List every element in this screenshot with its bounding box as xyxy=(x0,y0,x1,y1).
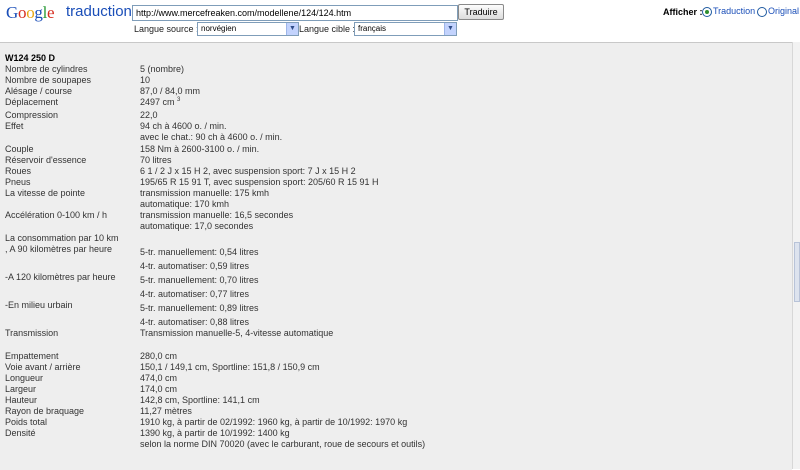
spec-value: 4-tr. automatiser: 0,88 litres xyxy=(140,317,250,327)
spec-value-displacement: 2497 cm 3 xyxy=(140,97,180,107)
source-language-label: Langue source : xyxy=(134,24,199,34)
spec-label: La consommation par 10 km xyxy=(5,233,119,243)
spec-label: Accélération 0-100 km / h xyxy=(5,210,108,220)
translate-toolbar: Google traduction Traduire Langue source… xyxy=(0,0,800,40)
translated-page-frame xyxy=(0,42,792,470)
spec-value: 1390 kg, à partir de 10/1992: 1400 kg xyxy=(140,428,290,438)
spec-label: Largeur xyxy=(5,384,37,394)
spec-label: Effet xyxy=(5,121,24,131)
spec-label: Réservoir d'essence xyxy=(5,155,87,165)
spec-label: Rayon de braquage xyxy=(5,406,85,416)
radio-translation[interactable] xyxy=(702,7,712,17)
spec-value: 5-tr. manuellement: 0,89 litres xyxy=(140,303,259,313)
radio-original-label[interactable]: Original xyxy=(768,6,799,16)
spec-label: Nombre de soupapes xyxy=(5,75,92,85)
target-language-label: Langue cible : xyxy=(299,24,356,34)
spec-label: Nombre de cylindres xyxy=(5,64,88,74)
source-language-select[interactable]: norvégien ▼ xyxy=(197,22,299,36)
spec-value: transmission manuelle: 16,5 secondes xyxy=(140,210,294,220)
display-label: Afficher : xyxy=(663,7,703,17)
spec-value: 1910 kg, à partir de 02/1992: 1960 kg, à… xyxy=(140,417,408,427)
logo-letter: o xyxy=(17,3,27,22)
spec-value: automatique: 170 kmh xyxy=(140,199,230,209)
spec-label: Transmission xyxy=(5,328,59,338)
chevron-down-icon[interactable]: ▼ xyxy=(286,23,298,35)
spec-label: La vitesse de pointe xyxy=(5,188,86,198)
spec-label: Couple xyxy=(5,144,34,154)
target-language-value: français xyxy=(358,24,387,33)
logo-letter: G xyxy=(6,3,18,22)
spec-value: 11,27 mètres xyxy=(140,406,192,416)
spec-label: Hauteur xyxy=(5,395,38,405)
translate-button[interactable]: Traduire xyxy=(458,4,504,20)
spec-value: 150,1 / 149,1 cm, Sportline: 151,8 / 150… xyxy=(140,362,320,372)
spec-label: Empattement xyxy=(5,351,59,361)
spec-value: 4-tr. automatiser: 0,59 litres xyxy=(140,261,250,271)
url-input[interactable] xyxy=(132,5,458,21)
spec-label: Compression xyxy=(5,110,59,120)
spec-value: avec le chat.: 90 ch à 4600 o. / min. xyxy=(140,132,283,142)
spec-label: -En milieu urbain xyxy=(5,300,73,310)
spec-value: 142,8 cm, Sportline: 141,1 cm xyxy=(140,395,260,405)
target-language-select[interactable]: français ▼ xyxy=(354,22,457,36)
spec-value: 195/65 R 15 91 T, avec suspension sport:… xyxy=(140,177,379,187)
spec-value: 5-tr. manuellement: 0,54 litres xyxy=(140,247,259,257)
spec-label: Alésage / course xyxy=(5,86,73,96)
spec-value: 280,0 cm xyxy=(140,351,178,361)
spec-value: 70 litres xyxy=(140,155,172,165)
spec-value: 2497 cm xyxy=(140,97,175,107)
spec-label: -A 120 kilomètres par heure xyxy=(5,272,116,282)
superscript: 3 xyxy=(177,97,181,103)
vertical-scrollbar[interactable] xyxy=(792,42,800,469)
source-language-value: norvégien xyxy=(201,24,237,33)
spec-label: , A 90 kilomètres par heure xyxy=(5,244,113,254)
logo-subtitle: traduction xyxy=(66,3,132,20)
spec-value: 174,0 cm xyxy=(140,384,178,394)
model-title: W124 250 D xyxy=(5,53,56,63)
spec-value: 6 1 / 2 J x 15 H 2, avec suspension spor… xyxy=(140,166,356,176)
spec-label: Voie avant / arrière xyxy=(5,362,81,372)
logo-letter: g xyxy=(34,3,43,22)
radio-original[interactable] xyxy=(757,7,767,17)
spec-value: 474,0 cm xyxy=(140,373,178,383)
spec-value: 158 Nm à 2600-3100 o. / min. xyxy=(140,144,260,154)
spec-value: 22,0 xyxy=(140,110,158,120)
spec-label: Déplacement xyxy=(5,97,59,107)
spec-label: Densité xyxy=(5,428,36,438)
spec-value: automatique: 17,0 secondes xyxy=(140,221,254,231)
spec-value: 10 xyxy=(140,75,151,85)
spec-value: 94 ch à 4600 o. / min. xyxy=(140,121,227,131)
logo-letter: e xyxy=(47,3,55,22)
chevron-down-icon[interactable]: ▼ xyxy=(444,23,456,35)
spec-value: 5 (nombre) xyxy=(140,64,185,74)
spec-value: Transmission manuelle-5, 4-vitesse autom… xyxy=(140,328,334,338)
spec-value: 5-tr. manuellement: 0,70 litres xyxy=(140,275,259,285)
spec-value: transmission manuelle: 175 kmh xyxy=(140,188,270,198)
scrollbar-thumb[interactable] xyxy=(794,242,800,302)
spec-label: Roues xyxy=(5,166,32,176)
spec-value: 4-tr. automatiser: 0,77 litres xyxy=(140,289,250,299)
google-logo[interactable]: Google xyxy=(6,3,55,23)
spec-label: Longueur xyxy=(5,373,44,383)
spec-label: Pneus xyxy=(5,177,31,187)
spec-label: Poids total xyxy=(5,417,48,427)
spec-value: selon la norme DIN 70020 (avec le carbur… xyxy=(140,439,426,449)
spec-value: 87,0 / 84,0 mm xyxy=(140,86,201,96)
radio-translation-label[interactable]: Traduction xyxy=(713,6,755,16)
